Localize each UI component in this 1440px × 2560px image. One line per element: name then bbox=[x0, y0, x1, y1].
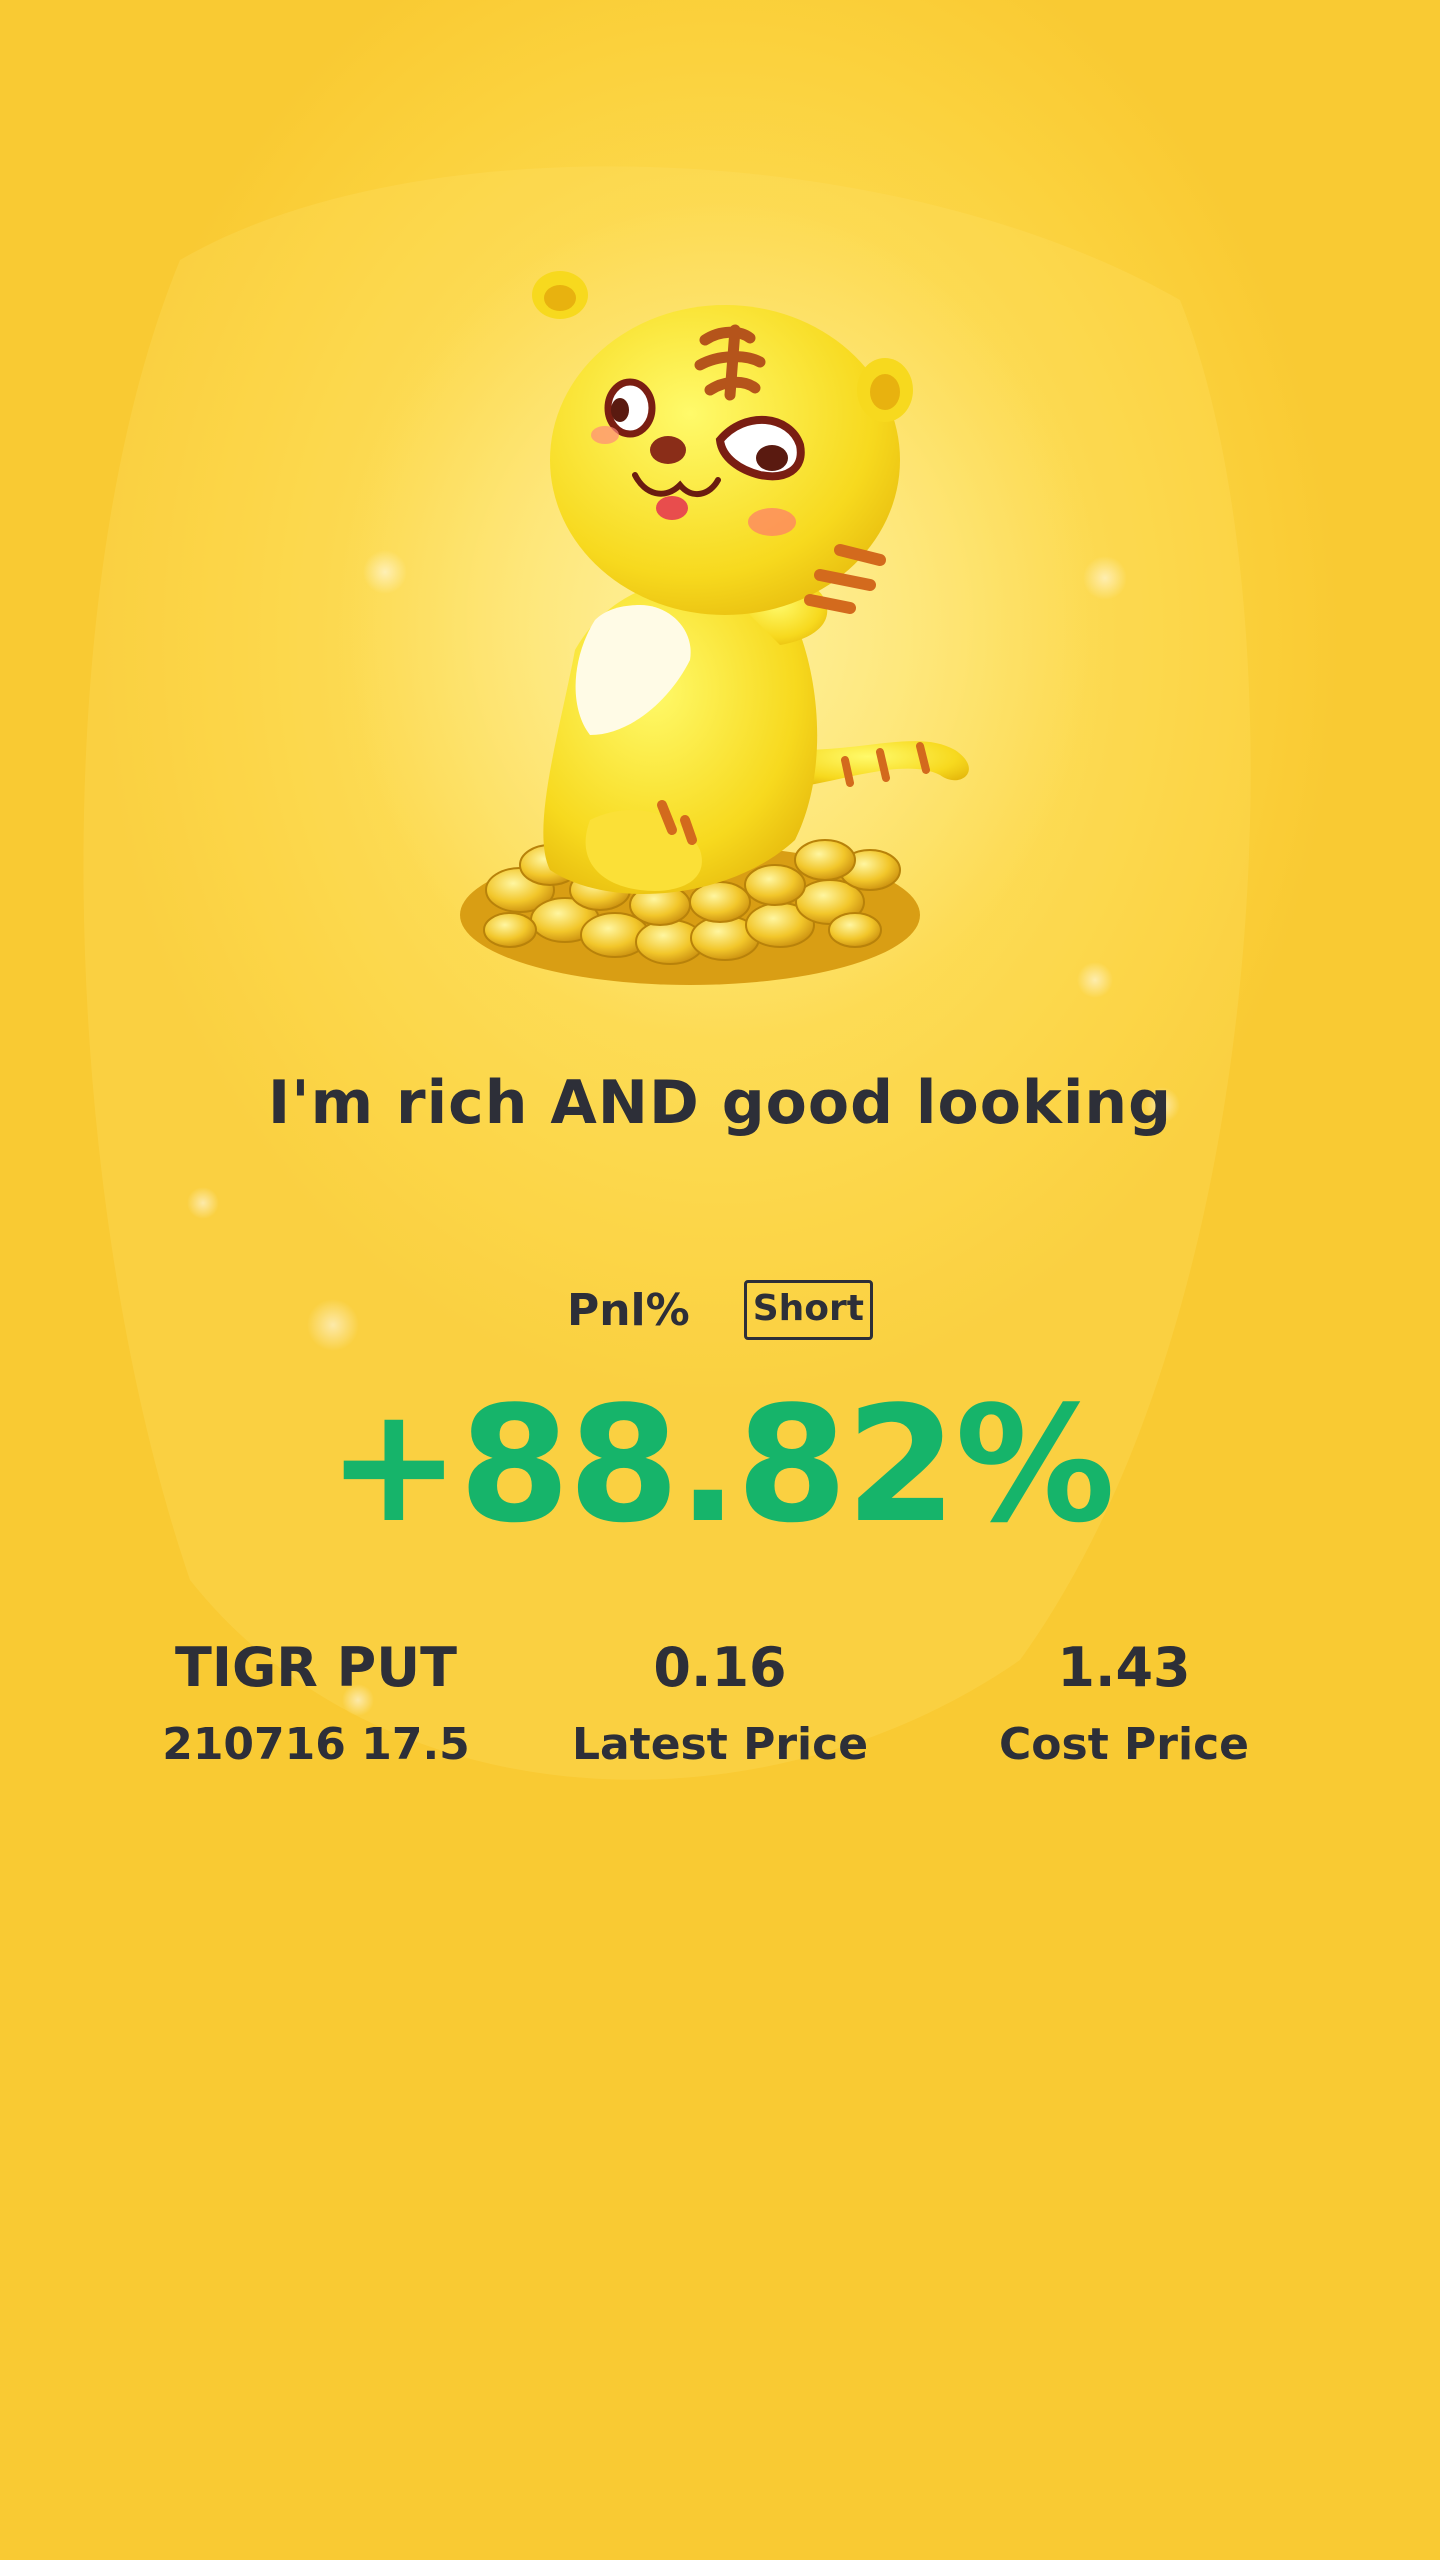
pnl-header: Pnl% Short bbox=[0, 1280, 1440, 1340]
symbol-contract: 210716 17.5 bbox=[162, 1719, 470, 1770]
symbol-name: TIGR PUT bbox=[175, 1636, 457, 1699]
cost-price-stat: 1.43 Cost Price bbox=[924, 1630, 1324, 1780]
position-stats: TIGR PUT 210716 17.5 0.16 Latest Price 1… bbox=[0, 1630, 1440, 1800]
tiger-mascot-on-coins-icon bbox=[460, 271, 969, 985]
pnl-label: Pnl% bbox=[566, 1284, 690, 1336]
cost-price-label: Cost Price bbox=[998, 1719, 1249, 1770]
pnl-percentage-value: +88.82% bbox=[326, 1371, 1115, 1558]
latest-price-stat: 0.16 Latest Price bbox=[520, 1630, 920, 1780]
position-direction-badge: Short bbox=[743, 1280, 873, 1340]
tagline: I'm rich AND good looking bbox=[267, 1068, 1173, 1138]
latest-price-label: Latest Price bbox=[571, 1719, 869, 1770]
symbol-stat: TIGR PUT 210716 17.5 bbox=[116, 1630, 516, 1780]
latest-price-value: 0.16 bbox=[653, 1636, 787, 1699]
cost-price-value: 1.43 bbox=[1057, 1636, 1191, 1699]
